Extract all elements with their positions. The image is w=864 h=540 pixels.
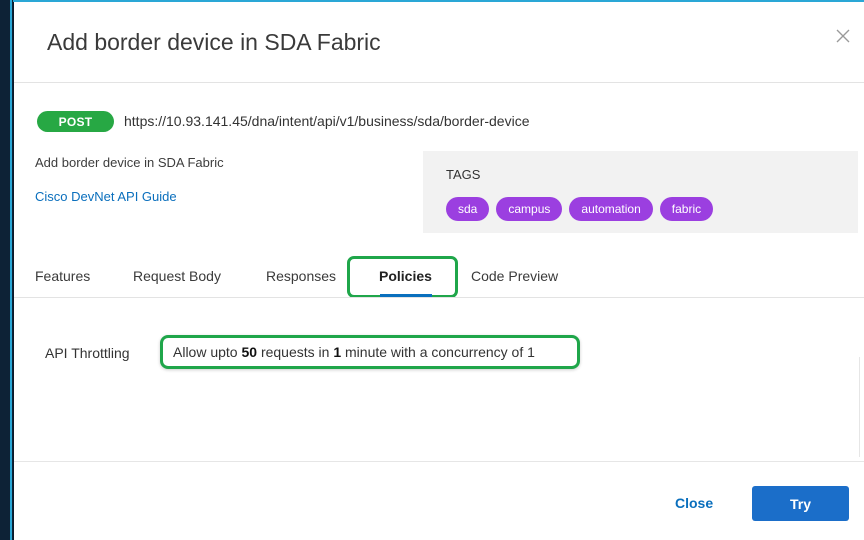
tag-list: sda campus automation fabric [446, 197, 714, 221]
tab-responses[interactable]: Responses [266, 268, 336, 284]
tab-request-body[interactable]: Request Body [133, 268, 221, 284]
policies-tab-highlight [347, 256, 458, 298]
footer-divider [14, 461, 864, 462]
tabs-divider [14, 297, 864, 298]
throttle-mid2: minute with a concurrency of 1 [341, 344, 535, 360]
tag-automation[interactable]: automation [569, 197, 653, 221]
throttle-minutes: 1 [333, 344, 342, 360]
try-button[interactable]: Try [752, 486, 849, 521]
tab-code-preview[interactable]: Code Preview [471, 268, 558, 284]
header-divider [14, 82, 864, 83]
tags-title: TAGS [446, 167, 481, 182]
close-button[interactable]: Close [669, 486, 719, 520]
close-icon[interactable] [833, 26, 853, 46]
tag-sda[interactable]: sda [446, 197, 490, 221]
throttle-requests: 50 [241, 344, 258, 360]
add-border-device-dialog: Add border device in SDA Fabric POST htt… [14, 2, 864, 540]
endpoint-url: https://10.93.141.45/dna/intent/api/v1/b… [124, 113, 530, 129]
dialog-title: Add border device in SDA Fabric [47, 29, 381, 55]
tag-fabric[interactable]: fabric [659, 197, 714, 221]
tab-features[interactable]: Features [35, 268, 90, 284]
throttle-mid1: requests in [257, 344, 334, 360]
scroll-track[interactable] [859, 357, 860, 457]
throttle-prefix: Allow upto [173, 344, 242, 360]
api-throttling-label: API Throttling [45, 345, 130, 361]
api-throttling-value: Allow upto 50 requests in 1 minute with … [160, 335, 580, 369]
devnet-guide-link[interactable]: Cisco DevNet API Guide [35, 189, 177, 204]
tag-campus[interactable]: campus [496, 197, 563, 221]
endpoint-description: Add border device in SDA Fabric [35, 155, 224, 170]
active-tab-underline [380, 294, 432, 297]
window-frame-left [0, 0, 13, 540]
tags-panel: TAGS sda campus automation fabric [423, 151, 858, 233]
method-badge: POST [37, 111, 114, 132]
